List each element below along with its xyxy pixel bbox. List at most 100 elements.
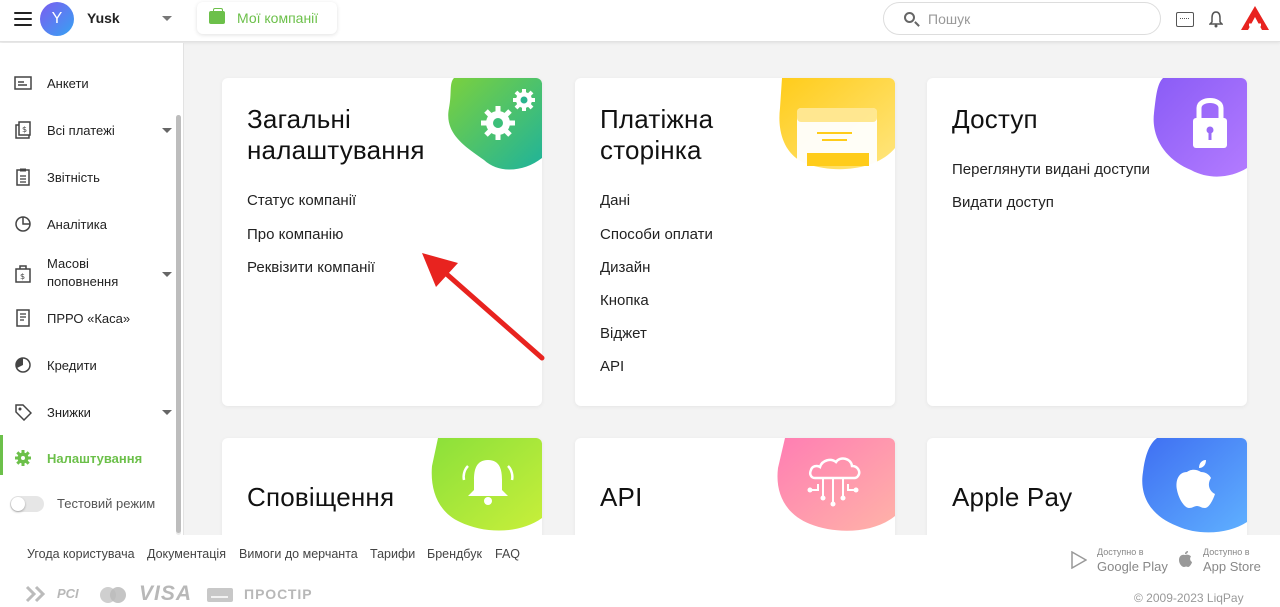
svg-text:$: $ (22, 125, 27, 134)
card-title: Доступ (952, 104, 1038, 134)
view-granted-access-link[interactable]: Переглянути видані доступи (952, 161, 1150, 178)
sidebar-item-label: Аналітика (47, 217, 107, 232)
tariffs-link[interactable]: Тарифи (370, 547, 415, 561)
card-title: API (600, 482, 643, 512)
google-play-icon (1071, 551, 1087, 569)
card-logo-icon (207, 588, 233, 602)
avatar[interactable]: Y (40, 2, 74, 36)
sidebar-item-label: ПРРО «Каса» (47, 311, 131, 326)
my-companies-button[interactable]: Мої компанії (197, 2, 337, 34)
sidebar-item-label: Всі платежі (47, 123, 115, 138)
svg-text:$: $ (20, 272, 25, 281)
sidebar-item-label: Знижки (47, 405, 91, 420)
card-access[interactable]: Доступ Переглянути видані доступи Видати… (927, 78, 1247, 406)
menu-icon[interactable] (14, 12, 32, 26)
card-payment-page[interactable]: PAY Платіжна сторінка Дані Способи оплат… (575, 78, 895, 406)
sidebar-item-label: Кредити (47, 358, 97, 373)
app-store-big: App Store (1203, 559, 1261, 574)
chevron-down-icon[interactable] (162, 272, 172, 277)
sidebar-item-label: Налаштування (47, 451, 143, 466)
card-title: Платіжна сторінка (600, 104, 714, 165)
card-notifications[interactable]: Сповіщення (222, 438, 542, 548)
widget-link[interactable]: Віджет (600, 325, 647, 342)
gear-icon (15, 450, 31, 466)
test-mode-label: Тестовий режим (57, 496, 156, 511)
form-icon (14, 76, 32, 90)
sidebar-item-label: Анкети (47, 76, 89, 91)
card-title: Сповіщення (247, 482, 395, 512)
visa-logo: VISA (139, 582, 193, 605)
test-mode-toggle[interactable] (10, 496, 44, 512)
sidebar-item-settings[interactable]: Налаштування (0, 438, 184, 478)
app-store-link[interactable]: Доступно в App Store (1177, 545, 1267, 579)
payment-page-pay-icon (779, 78, 895, 170)
pay-label: PAY (826, 234, 842, 243)
payment-methods-link[interactable]: Способи оплати (600, 226, 713, 243)
top-header: Y Yusk Мої компанії (0, 0, 1280, 42)
search-input[interactable] (928, 9, 1148, 29)
footer: Угода користувача Документація Вимоги до… (0, 535, 1280, 607)
apple-store-icon (1179, 551, 1192, 567)
settings-gears-icon (448, 78, 542, 170)
sidebar-item-label: Звітність (47, 170, 100, 185)
sidebar-item-reports[interactable]: Звітність (0, 157, 184, 197)
company-details-link[interactable]: Реквізити компанії (247, 259, 375, 276)
brandbook-link[interactable]: Брендбук (427, 547, 482, 561)
discount-tag-icon (15, 404, 32, 421)
card-title: Apple Pay (952, 482, 1073, 512)
double-chevron-logo-icon (25, 585, 46, 603)
google-play-small: Доступно в (1097, 547, 1144, 557)
google-play-big: Google Play (1097, 559, 1168, 574)
sidebar-item-discounts[interactable]: Знижки (0, 392, 184, 432)
chevron-down-icon[interactable] (162, 410, 172, 415)
user-agreement-link[interactable]: Угода користувача (27, 547, 135, 561)
cash-register-icon (16, 309, 30, 327)
sidebar-item-label: Масові поповнення (47, 256, 119, 289)
chevron-down-icon[interactable] (162, 16, 172, 21)
sidebar-scrollbar-thumb[interactable] (176, 115, 181, 533)
card-title: Загальні налаштування (247, 104, 425, 165)
cloud-network-icon (777, 438, 895, 531)
app-store-small: Доступно в (1203, 547, 1250, 557)
notification-bell-icon (431, 438, 542, 531)
card-apple-pay[interactable]: Apple Pay (927, 438, 1247, 548)
copyright: © 2009-2023 LiqPay (1134, 591, 1244, 605)
data-link[interactable]: Дані (600, 192, 630, 209)
company-status-link[interactable]: Статус компанії (247, 192, 356, 209)
sidebar-item-forms[interactable]: Анкети (0, 63, 184, 103)
mastercard-logo-icon (100, 587, 126, 603)
faq-link[interactable]: FAQ (495, 547, 520, 561)
analytics-icon (15, 216, 31, 232)
username[interactable]: Yusk (87, 10, 120, 26)
search-icon (904, 12, 915, 23)
mass-topup-icon: $ (15, 265, 31, 283)
about-company-link[interactable]: Про компанію (247, 226, 343, 243)
pci-logo: PCI (57, 586, 79, 601)
lock-icon (1153, 78, 1247, 177)
credits-icon (15, 357, 31, 373)
documentation-link[interactable]: Документація (147, 547, 226, 561)
api-link[interactable]: API (600, 358, 624, 375)
button-link[interactable]: Кнопка (600, 292, 649, 309)
sidebar-item-cash-register[interactable]: ПРРО «Каса» (0, 298, 184, 338)
my-companies-label: Мої компанії (237, 10, 319, 26)
merchant-requirements-link[interactable]: Вимоги до мерчанта (239, 547, 358, 561)
liqpay-logo[interactable] (1240, 5, 1270, 31)
grant-access-link[interactable]: Видати доступ (952, 194, 1054, 211)
card-api[interactable]: API (575, 438, 895, 548)
sidebar-item-payments[interactable]: $ Всі платежі (0, 110, 184, 150)
sidebar-item-analytics[interactable]: Аналітика (0, 204, 184, 244)
messages-icon[interactable] (1176, 12, 1194, 27)
prostir-logo: ПРОСТІР (244, 586, 313, 602)
sidebar-item-mass-topup[interactable]: $ Масові поповнення (0, 251, 184, 299)
design-link[interactable]: Дизайн (600, 259, 650, 276)
briefcase-icon (209, 8, 225, 24)
report-icon (16, 168, 30, 186)
search-box[interactable] (883, 2, 1161, 35)
google-play-link[interactable]: Доступно в Google Play (1071, 545, 1171, 579)
annotation-arrow-icon (422, 253, 545, 361)
chevron-down-icon[interactable] (162, 128, 172, 133)
bell-icon[interactable] (1209, 11, 1223, 28)
apple-icon (1142, 438, 1247, 533)
sidebar-item-credits[interactable]: Кредити (0, 345, 184, 385)
